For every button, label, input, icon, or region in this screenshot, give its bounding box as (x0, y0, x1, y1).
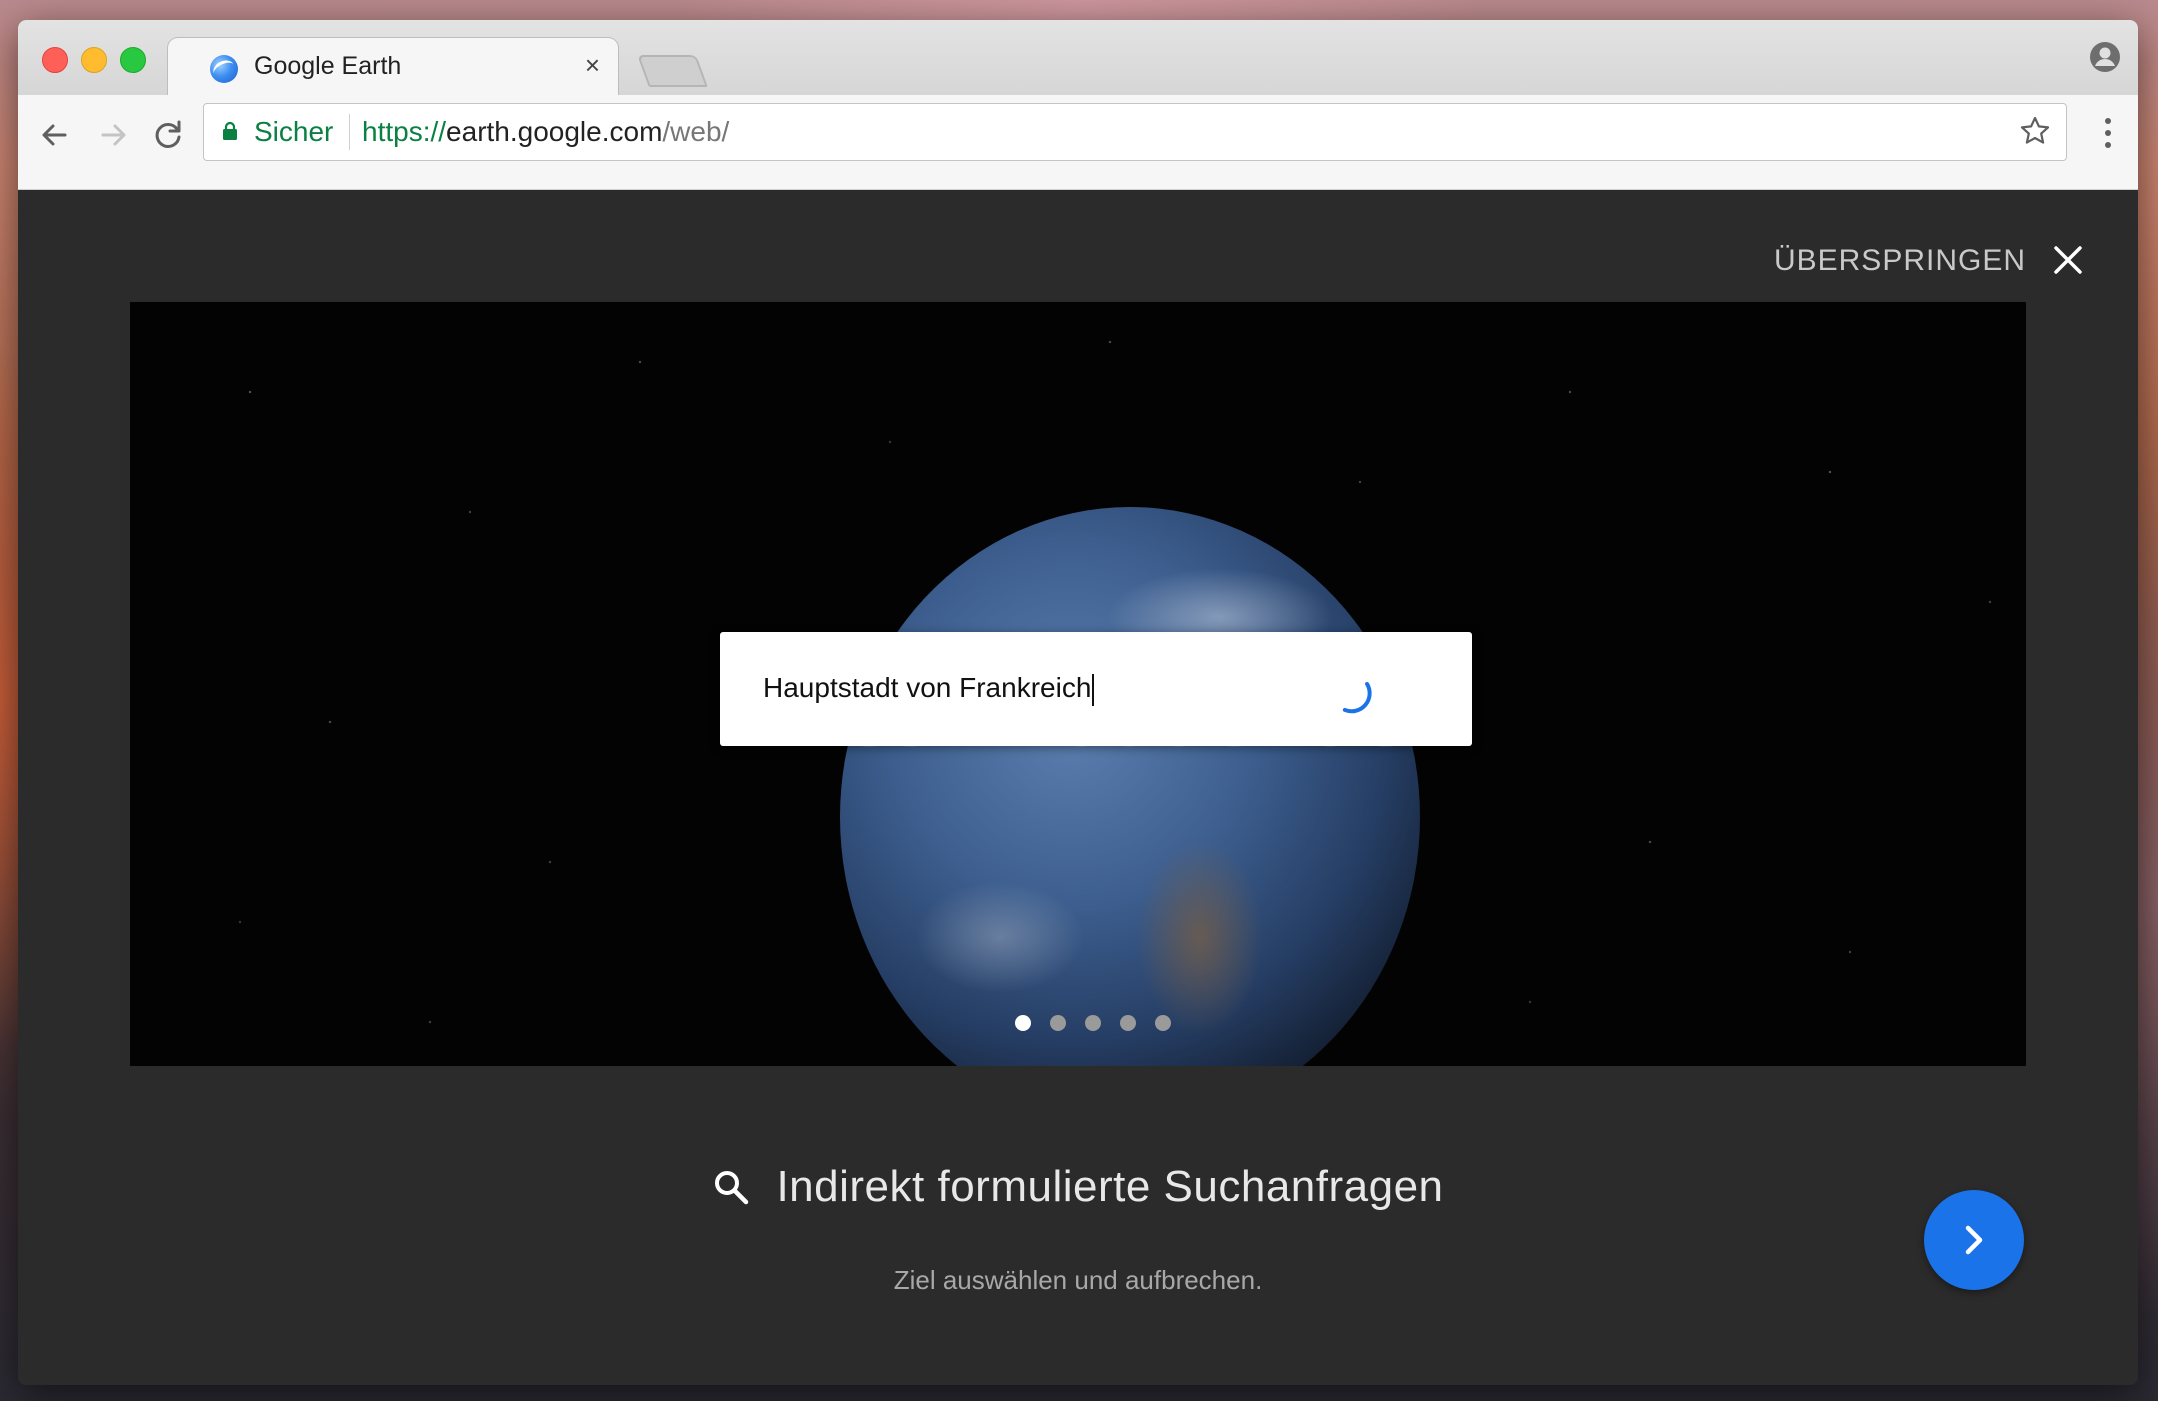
chevron-right-icon (1965, 1225, 1983, 1255)
window-close-button[interactable] (42, 47, 68, 73)
star-icon[interactable] (2018, 114, 2052, 148)
back-button[interactable] (32, 113, 76, 157)
window-zoom-button[interactable] (120, 47, 146, 73)
reload-button[interactable] (146, 113, 190, 157)
tab-strip: Google Earth × (18, 20, 2138, 96)
new-tab-button[interactable] (637, 55, 708, 87)
secure-label: Sicher (254, 116, 334, 147)
google-earth-onboarding: ÜBERSPRINGEN Deskmodder.de Hauptstadt vo… (18, 190, 2138, 1385)
tab-title: Google Earth (254, 52, 402, 80)
tab-google-earth[interactable]: Google Earth × (168, 38, 618, 96)
page-dot-4[interactable] (1120, 1015, 1136, 1031)
page-dot-2[interactable] (1050, 1015, 1066, 1031)
browser-toolbar: Sicher https://earth.google.com/web/ (18, 95, 2138, 190)
close-icon[interactable] (2050, 242, 2086, 278)
url-text[interactable]: https://earth.google.com/web/ (362, 116, 729, 148)
address-separator (349, 114, 350, 150)
page-dot-3[interactable] (1085, 1015, 1101, 1031)
skip-button[interactable]: ÜBERSPRINGEN (1774, 244, 2026, 278)
feature-heading: Indirekt formulierte Suchanfragen (18, 1162, 2138, 1222)
feature-title: Indirekt formulierte Suchanfragen (776, 1162, 1444, 1211)
back-icon (42, 124, 67, 146)
menu-icon[interactable] (2104, 115, 2112, 151)
next-button[interactable] (1924, 1190, 2024, 1290)
demo-search-box: Hauptstadt von Frankreich (720, 632, 1472, 746)
page-indicator (1015, 1015, 1171, 1033)
url-path: /web/ (662, 116, 730, 147)
demo-search-query-text: Hauptstadt von Frankreich (763, 672, 1092, 703)
feature-subtitle: Ziel auswählen und aufbrechen. (893, 1265, 1263, 1295)
loading-spinner-icon (1342, 681, 1372, 714)
google-earth-favicon-icon (210, 55, 238, 83)
url-host: earth.google.com (446, 116, 663, 147)
text-caret (1092, 673, 1095, 706)
address-bar[interactable]: Sicher https://earth.google.com/web/ (203, 103, 2067, 161)
tab-close-button[interactable]: × (585, 50, 600, 80)
page-dot-5[interactable] (1155, 1015, 1171, 1031)
page-dot-1[interactable] (1015, 1015, 1031, 1031)
onboarding-animation-stage: Deskmodder.de Hauptstadt von Frankreich (130, 302, 2026, 1066)
url-scheme: https:// (362, 116, 447, 147)
lock-icon (223, 121, 237, 140)
profile-icon[interactable] (2089, 41, 2121, 73)
window-minimize-button[interactable] (81, 47, 107, 73)
forward-icon (101, 124, 126, 146)
browser-window: Google Earth × Sicher https://earth.goog… (18, 20, 2138, 1385)
search-icon (715, 1171, 749, 1205)
demo-search-query: Hauptstadt von Frankreich (763, 672, 1095, 706)
forward-button[interactable] (92, 113, 136, 157)
reload-icon (155, 120, 181, 148)
